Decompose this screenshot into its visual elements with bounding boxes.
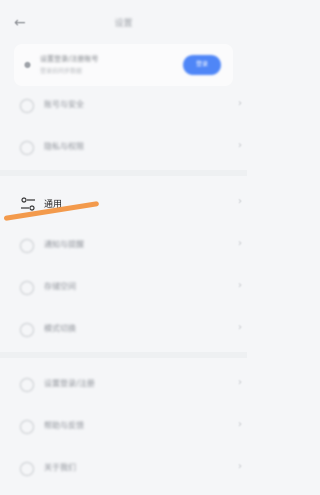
chevron-right-icon: › xyxy=(238,322,242,333)
row-label: 隐私与权限 xyxy=(44,142,84,151)
chevron-right-icon: › xyxy=(238,98,242,109)
header: ← 设置 xyxy=(0,8,247,38)
row-label: 设置登录/注册 xyxy=(44,379,95,388)
help-icon xyxy=(20,420,34,434)
login-card[interactable]: ● 设置登录/注册账号 登录后同步数据 登录 xyxy=(14,44,233,86)
chevron-right-icon: › xyxy=(238,461,242,472)
row-label: 帮助与反馈 xyxy=(44,421,84,430)
settings-row-help[interactable]: 帮助与反馈 › xyxy=(14,409,244,445)
login-button[interactable]: 登录 xyxy=(183,55,221,75)
chevron-right-icon: › xyxy=(238,419,242,430)
status-bar xyxy=(0,0,247,8)
row-label: 通知与提醒 xyxy=(44,240,84,249)
info-icon xyxy=(20,462,34,476)
mode-icon xyxy=(20,323,34,337)
chevron-right-icon: › xyxy=(238,280,242,291)
row-label: 存储空间 xyxy=(44,282,76,291)
row-label: 账号与安全 xyxy=(44,100,84,109)
login-title: 设置登录/注册账号 xyxy=(40,55,99,63)
account-icon xyxy=(20,378,34,392)
settings-row-privacy[interactable]: 隐私与权限 › xyxy=(14,130,244,166)
settings-row-login[interactable]: 设置登录/注册 › xyxy=(14,367,244,403)
settings-row-storage[interactable]: 存储空间 › xyxy=(14,270,244,306)
storage-icon xyxy=(20,281,34,295)
settings-row-about[interactable]: 关于我们 › xyxy=(14,451,244,487)
settings-row-notifications[interactable]: 通知与提醒 › xyxy=(14,228,244,264)
chevron-right-icon: › xyxy=(238,377,242,388)
row-label: 关于我们 xyxy=(44,463,76,472)
bell-icon xyxy=(20,239,34,253)
section-divider xyxy=(0,352,247,358)
chevron-right-icon: › xyxy=(238,140,242,151)
user-icon xyxy=(20,99,34,113)
settings-row-account-security[interactable]: 账号与安全 › xyxy=(14,88,244,124)
page-title: 设置 xyxy=(114,19,133,29)
chevron-right-icon: › xyxy=(238,238,242,249)
section-divider xyxy=(0,170,247,176)
sliders-icon xyxy=(21,197,35,211)
row-label: 模式切换 xyxy=(44,324,76,333)
login-subtitle: 登录后同步数据 xyxy=(40,68,83,75)
settings-row-mode[interactable]: 模式切换 › xyxy=(14,312,244,348)
user-icon: ● xyxy=(24,60,31,69)
search-icon xyxy=(20,141,34,155)
chevron-right-icon: › xyxy=(238,196,242,207)
settings-row-general[interactable]: 通用 › xyxy=(14,186,244,222)
